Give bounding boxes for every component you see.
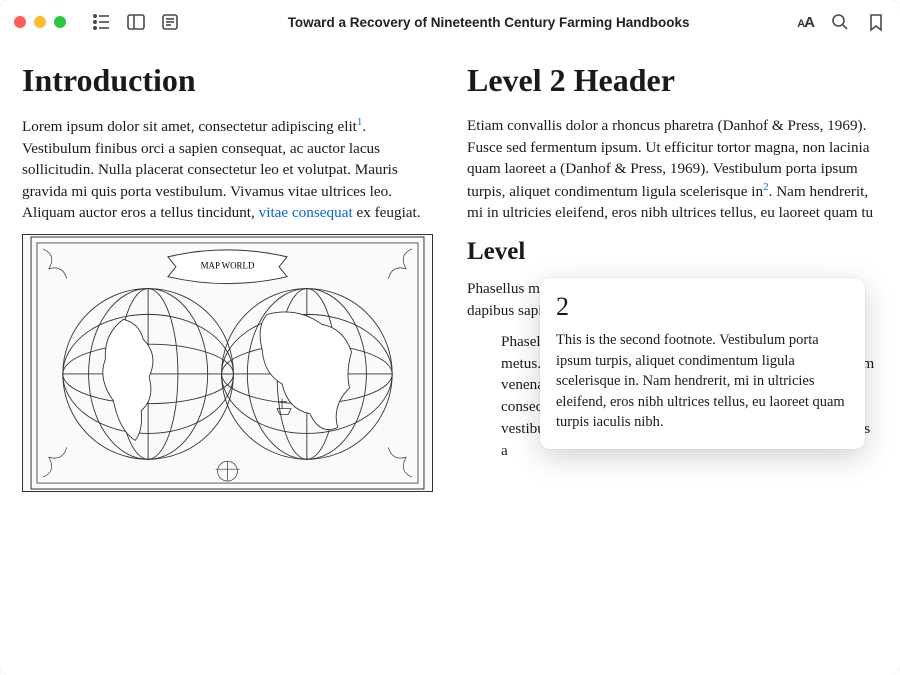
page-content: Introduction Lorem ipsum dolor sit amet,… <box>0 44 900 675</box>
search-icon[interactable] <box>830 12 850 32</box>
map-illustration: MAP WORLD <box>22 234 433 492</box>
toolbar-left-group <box>92 12 180 32</box>
text-size-button[interactable]: AA <box>797 14 814 31</box>
toc-icon[interactable] <box>92 12 112 32</box>
document-title: Toward a Recovery of Nineteenth Century … <box>192 15 785 30</box>
bookmark-icon[interactable] <box>866 12 886 32</box>
heading-level2-a: Level 2 Header <box>467 62 878 99</box>
link-vitae-consequat[interactable]: vitae consequat <box>259 204 353 221</box>
intro-paragraph: Lorem ipsum dolor sit amet, consectetur … <box>22 115 433 224</box>
heading-level2-b: Level <box>467 238 878 266</box>
svg-text:MAP WORLD: MAP WORLD <box>201 261 255 271</box>
left-column: Introduction Lorem ipsum dolor sit amet,… <box>22 62 433 653</box>
close-window-button[interactable] <box>14 16 26 28</box>
toolbar-right-group: AA <box>797 12 886 32</box>
para-r1: Etiam convallis dolor a rhoncus pharetra… <box>467 115 878 224</box>
window-controls <box>14 16 66 28</box>
toolbar: Toward a Recovery of Nineteenth Century … <box>0 0 900 44</box>
fullscreen-window-button[interactable] <box>54 16 66 28</box>
heading-introduction: Introduction <box>22 62 433 99</box>
footnote-body: This is the second footnote. Vestibulum … <box>556 330 849 433</box>
sidebar-toggle-icon[interactable] <box>126 12 146 32</box>
footnote-number: 2 <box>556 292 849 322</box>
notes-icon[interactable] <box>160 12 180 32</box>
text-run: Lorem ipsum dolor sit amet, consectetur … <box>22 118 357 135</box>
minimize-window-button[interactable] <box>34 16 46 28</box>
text-run: ex feugiat. <box>353 204 421 221</box>
footnote-popover: 2 This is the second footnote. Vestibulu… <box>540 278 865 449</box>
app-window: Toward a Recovery of Nineteenth Century … <box>0 0 900 675</box>
